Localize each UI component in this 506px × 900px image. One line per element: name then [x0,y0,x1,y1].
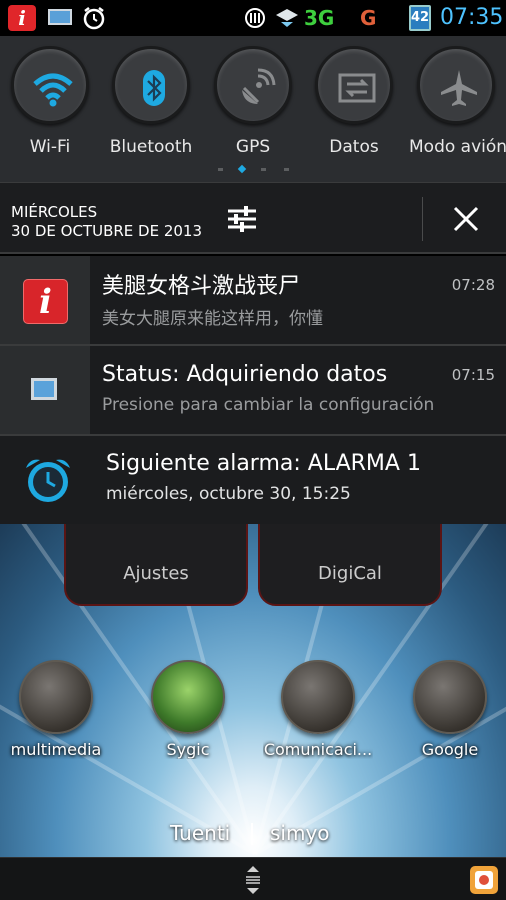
app-google[interactable]: Google [395,660,505,759]
divider [422,197,423,241]
monitor-icon [31,378,57,400]
folder-label: DigiCal [318,563,382,584]
notification-item[interactable]: Status: Adquiriendo datos Presione para … [0,346,506,436]
airplane-icon [417,46,495,124]
status-time: 07:35 [440,5,504,30]
app-i-notification-icon: i [8,5,36,31]
notification-text: miércoles, octubre 30, 15:25 [106,484,351,504]
network-3g-indicator: 3G [304,6,335,30]
communication-icon [281,660,355,734]
bluetooth-label: Bluetooth [109,137,193,157]
carrier-tuenti: Tuenti [170,821,231,845]
app-i-icon: i [23,279,68,324]
home-screen-wallpaper: Ajustes DigiCal multimedia Sygic Comunic… [0,524,506,857]
wifi-label: Wi-Fi [29,137,71,157]
sygic-icon [151,660,225,734]
notification-title: Status: Adquiriendo datos [102,362,388,387]
wifi-icon [11,46,89,124]
bluetooth-icon [112,46,190,124]
gps-toggle[interactable]: GPS [206,46,300,157]
notification-item[interactable]: Siguiente alarma: ALARMA 1 miércoles, oc… [0,436,506,524]
network-g-indicator: G [360,6,377,30]
close-icon [453,206,479,232]
page-dot [284,168,289,171]
app-sygic[interactable]: Sygic [133,660,243,759]
page-dot [218,168,223,171]
app-comunicacion[interactable]: Comunicaci... [263,660,373,759]
data-label: Datos [329,137,379,157]
page-indicator [218,164,292,174]
app-shortcut-icon[interactable] [470,866,498,894]
airplane-mode-label: Modo avión [409,137,506,157]
wifi-toggle[interactable]: Wi-Fi [3,46,97,157]
folder-ajustes[interactable]: Ajustes [64,524,248,606]
notification-time: 07:28 [451,276,495,294]
folder-label: Ajustes [123,563,189,584]
data-sync-icon [274,5,300,31]
alarm-clock-icon [82,5,106,31]
notification-time: 07:15 [451,366,495,384]
carrier-divider [251,823,253,845]
bluetooth-toggle[interactable]: Bluetooth [104,46,198,157]
sliders-icon [228,206,256,232]
app-label: Comunicaci... [263,740,373,759]
notification-icon-box [0,346,90,434]
notification-icon-box: i [0,256,90,344]
battery-icon: 42 [409,5,431,31]
notification-drawer-handle[interactable] [0,857,506,900]
notification-title: Siguiente alarma: ALARMA 1 [106,451,421,476]
clear-notifications-button[interactable] [440,195,492,243]
monitor-icon [48,5,72,31]
date-header: MIÉRCOLES 30 DE OCTUBRE DE 2013 [0,182,506,254]
app-multimedia[interactable]: multimedia [1,660,111,759]
drag-handle-icon [246,866,260,894]
nfc-icon [244,5,266,31]
status-bar: i 3G G 42 07:35 [0,0,506,36]
google-folder-icon [413,660,487,734]
app-label: Sygic [166,740,210,759]
airplane-mode-toggle[interactable]: Modo avión [409,46,506,157]
folder-digical[interactable]: DigiCal [258,524,442,606]
app-label: multimedia [10,740,102,759]
weekday-label: MIÉRCOLES [11,203,98,221]
alarm-clock-icon [22,454,74,506]
page-dot-active [237,164,247,174]
quick-settings-panel: Wi-Fi Bluetooth GPS Datos Modo avión [0,36,506,182]
app-label: Google [421,740,479,759]
multimedia-icon [19,660,93,734]
notification-text: Presione para cambiar la configuración [102,395,435,415]
page-dot [261,168,266,171]
date-label: 30 DE OCTUBRE DE 2013 [11,222,203,240]
carrier-simyo: simyo [270,821,330,845]
settings-button[interactable] [218,195,266,243]
gps-icon [214,46,292,124]
data-toggle[interactable]: Datos [307,46,401,157]
notification-item[interactable]: i 美腿女格斗激战丧尸 美女大腿原来能这样用，你懂 07:28 [0,256,506,346]
notification-text: 美女大腿原来能这样用，你懂 [102,309,323,329]
gps-label: GPS [235,137,271,157]
data-transfer-icon [315,46,393,124]
notification-title: 美腿女格斗激战丧尸 [102,274,301,299]
